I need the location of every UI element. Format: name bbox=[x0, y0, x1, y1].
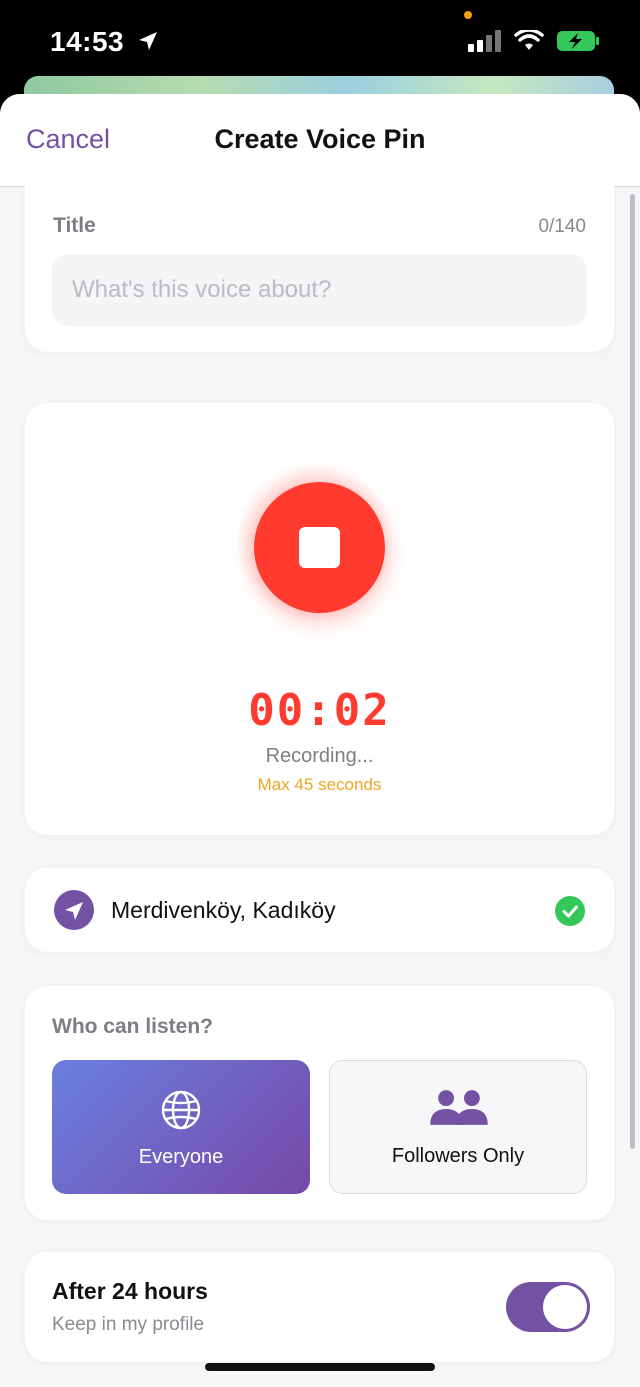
location-services-icon bbox=[139, 32, 158, 50]
location-row[interactable]: Merdivenköy, Kadıköy bbox=[25, 868, 614, 952]
audience-option-everyone[interactable]: Everyone bbox=[52, 1060, 310, 1194]
wifi-icon bbox=[514, 30, 544, 50]
recording-status: Recording... bbox=[265, 745, 374, 767]
audience-option-followers-only[interactable]: Followers Only bbox=[329, 1060, 587, 1194]
home-indicator bbox=[205, 1363, 435, 1371]
audience-label: Who can listen? bbox=[52, 1015, 214, 1038]
check-circle-icon bbox=[555, 896, 585, 926]
expiry-title: After 24 hours bbox=[52, 1278, 208, 1304]
cellular-signal-icon bbox=[468, 30, 501, 52]
max-duration-note: Max 45 seconds bbox=[257, 775, 382, 794]
people-icon bbox=[430, 1090, 488, 1125]
title-input[interactable] bbox=[52, 254, 587, 326]
title-card: Title 0/140 bbox=[25, 186, 614, 352]
recorder-card: 00:02 Recording... Max 45 seconds bbox=[25, 403, 614, 835]
clock: 14:53 bbox=[50, 26, 125, 57]
keep-in-profile-toggle[interactable] bbox=[506, 1282, 590, 1332]
scrollbar[interactable] bbox=[630, 194, 635, 1149]
nav-bar: Cancel Create Voice Pin bbox=[0, 94, 640, 187]
toggle-knob bbox=[543, 1285, 587, 1329]
page-title: Create Voice Pin bbox=[214, 124, 426, 154]
privacy-indicator-dot bbox=[464, 11, 472, 19]
location-arrow-icon bbox=[54, 890, 94, 930]
status-icons bbox=[468, 30, 600, 52]
audience-option-label: Followers Only bbox=[391, 1145, 525, 1167]
expiry-card: After 24 hours Keep in my profile bbox=[25, 1252, 614, 1362]
status-time: 14:53 bbox=[50, 26, 160, 58]
title-label: Title bbox=[53, 214, 96, 237]
audience-card: Who can listen? Everyone Followers Only bbox=[25, 986, 614, 1220]
recording-timer: 00:02 bbox=[248, 685, 391, 736]
audience-option-label: Everyone bbox=[138, 1146, 224, 1168]
title-char-counter: 0/140 bbox=[538, 216, 586, 237]
stop-icon bbox=[299, 527, 340, 568]
globe-icon bbox=[161, 1090, 201, 1130]
location-name: Merdivenköy, Kadıköy bbox=[111, 897, 336, 923]
create-voice-pin-sheet: Cancel Create Voice Pin Title 0/140 00:0… bbox=[0, 94, 640, 1387]
stop-recording-button[interactable] bbox=[254, 482, 385, 613]
expiry-subtitle: Keep in my profile bbox=[52, 1314, 205, 1335]
battery-charging-icon bbox=[557, 31, 599, 51]
